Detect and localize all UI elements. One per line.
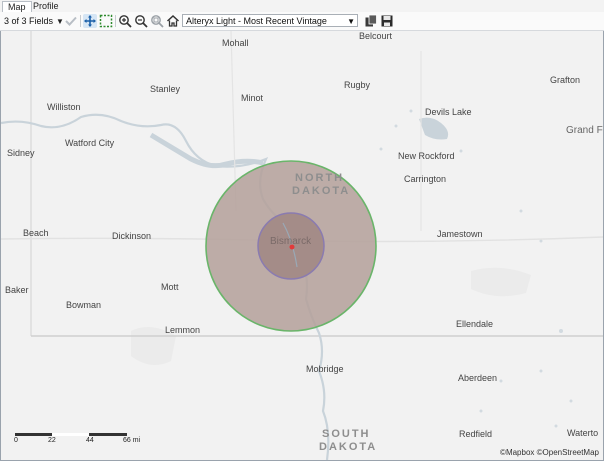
toolbar-divider xyxy=(80,15,81,27)
zoom-in-icon[interactable] xyxy=(118,14,132,28)
tab-profile[interactable]: Profile xyxy=(28,1,64,12)
place-label: Jamestown xyxy=(437,229,483,239)
place-label: Williston xyxy=(47,102,81,112)
place-label: Belcourt xyxy=(359,31,393,41)
place-label: Minot xyxy=(241,93,264,103)
scale-tick: 44 xyxy=(86,437,94,444)
place-label: Ellendale xyxy=(456,319,494,329)
state-label-north: NORTH xyxy=(295,172,345,184)
place-label: Baker xyxy=(5,285,29,295)
place-label: Watford City xyxy=(65,138,115,148)
map-toolbar: 3 of 3 Fields ▼ Alteryx Light - Most Rec… xyxy=(0,12,604,31)
place-label: Carrington xyxy=(404,174,447,184)
fields-dropdown[interactable]: 3 of 3 Fields ▼ xyxy=(4,12,64,30)
basemap-select-value: Alteryx Light - Most Recent Vintage xyxy=(186,16,327,26)
place-label: Bismarck xyxy=(270,236,312,247)
place-label: Grand F xyxy=(566,125,603,136)
pan-icon[interactable] xyxy=(83,14,97,28)
toolbar-divider xyxy=(115,15,116,27)
place-label: New Rockford xyxy=(398,151,455,161)
place-label: Mobridge xyxy=(306,364,344,374)
checkmark-icon[interactable] xyxy=(64,14,78,28)
home-icon[interactable] xyxy=(166,14,180,28)
scale-tick: 22 xyxy=(48,437,56,444)
place-label: Lemmon xyxy=(165,325,201,335)
place-label: Sidney xyxy=(7,148,35,158)
map-canvas[interactable]: NORTH DAKOTA SOUTH DAKOTA Mohall Belcour… xyxy=(1,31,603,460)
fields-label: 3 of 3 Fields xyxy=(4,16,54,26)
zoom-selection-icon[interactable] xyxy=(150,14,164,28)
place-label: Grafton xyxy=(550,75,581,85)
place-label: Mott xyxy=(161,282,179,292)
place-label: Beach xyxy=(23,228,49,238)
select-region-icon[interactable] xyxy=(99,14,113,28)
map-attribution: ©Mapbox ©OpenStreetMap xyxy=(500,448,599,457)
copy-icon[interactable] xyxy=(364,14,378,28)
zoom-out-icon[interactable] xyxy=(134,14,148,28)
lake xyxy=(419,117,449,140)
place-label: Mohall xyxy=(222,38,249,48)
scale-tick: 0 xyxy=(14,437,18,444)
chevron-down-icon: ▼ xyxy=(347,17,355,26)
place-label: Aberdeen xyxy=(458,373,498,383)
place-label: Redfield xyxy=(459,429,493,439)
place-label: Devils Lake xyxy=(425,107,472,117)
scale-bar: 0 22 44 66 mi xyxy=(14,433,145,446)
state-label-dakota-s: DAKOTA xyxy=(319,441,378,453)
place-label: Bowman xyxy=(66,300,102,310)
place-label: Rugby xyxy=(344,80,371,90)
scale-tick: 66 mi xyxy=(123,437,141,444)
save-icon[interactable] xyxy=(380,14,394,28)
state-label-south: SOUTH xyxy=(322,428,371,440)
basemap-select[interactable]: Alteryx Light - Most Recent Vintage ▼ xyxy=(182,14,358,27)
chevron-down-icon: ▼ xyxy=(56,16,64,26)
place-label: Dickinson xyxy=(112,231,152,241)
place-label: Waterto xyxy=(567,428,599,438)
place-label: Stanley xyxy=(150,84,181,94)
state-label-dakota-n: DAKOTA xyxy=(292,185,351,197)
